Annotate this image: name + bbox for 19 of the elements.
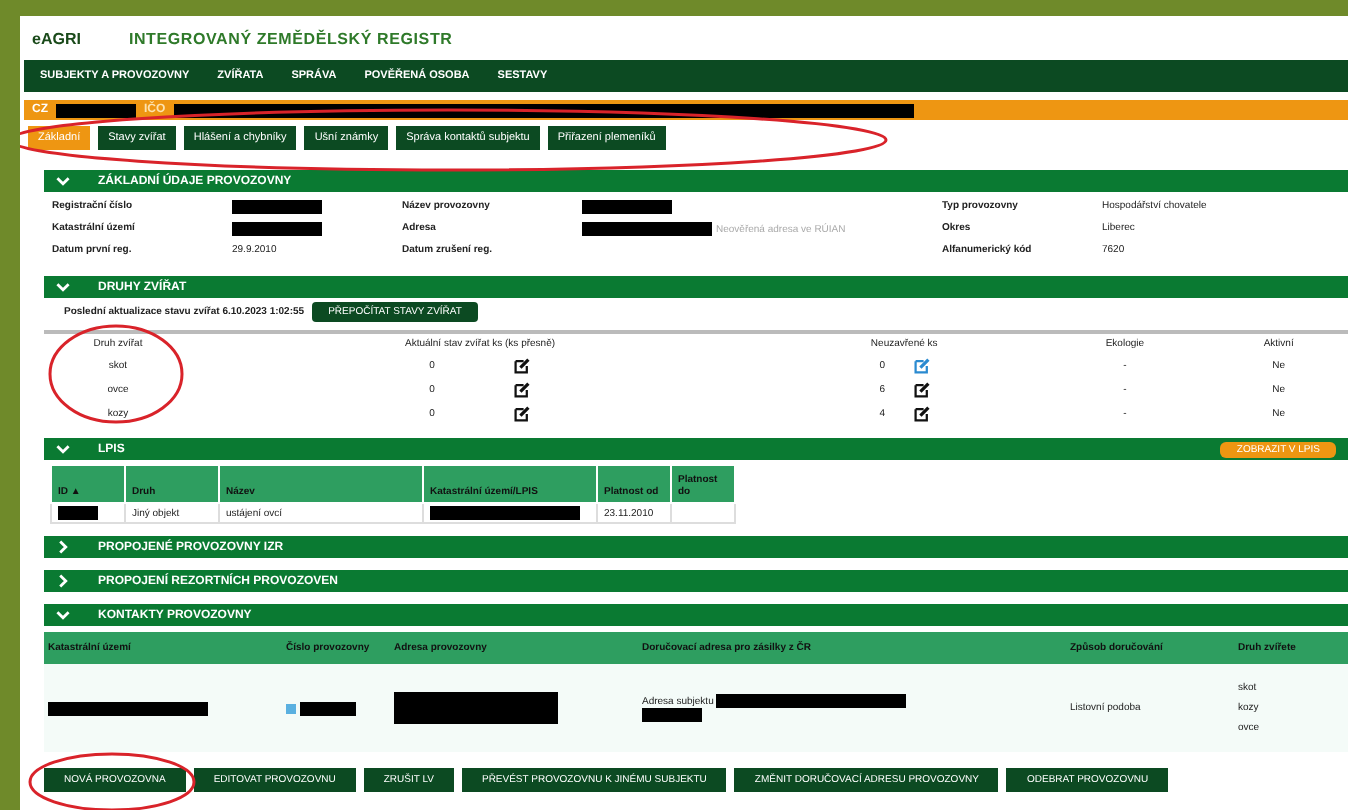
chevron-right-icon[interactable] — [56, 574, 70, 588]
edit-icon[interactable] — [913, 406, 929, 422]
chevron-right-icon[interactable] — [56, 540, 70, 554]
table-cell — [671, 503, 735, 523]
edit-icon[interactable] — [913, 382, 929, 398]
chevron-down-icon[interactable] — [56, 608, 70, 622]
edit-icon[interactable] — [514, 382, 531, 398]
highlight-ellipse — [48, 324, 184, 424]
redaction-bar — [642, 708, 702, 722]
brand-logo[interactable]: eAGRI — [32, 29, 81, 47]
chevron-down-icon[interactable] — [56, 174, 70, 188]
chevron-down-icon[interactable] — [56, 280, 70, 294]
redaction-bar — [56, 103, 136, 117]
home-icon — [286, 703, 296, 713]
chevron-down-icon[interactable] — [56, 442, 70, 456]
edit-icon[interactable] — [514, 358, 531, 374]
site-title: INTEGROVANÝ ZEMĚDĚLSKÝ REGISTR — [128, 29, 453, 47]
edit-icon[interactable] — [514, 406, 531, 422]
redaction-bar — [300, 701, 356, 715]
